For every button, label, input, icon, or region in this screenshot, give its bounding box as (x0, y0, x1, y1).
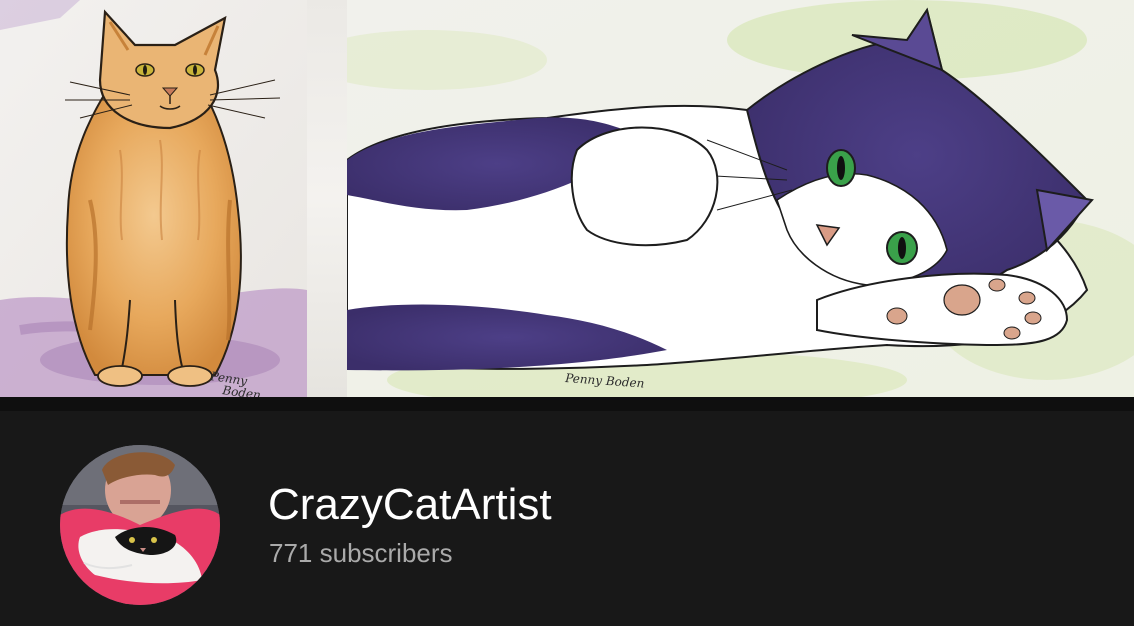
subscriber-count: 771 subscribers (269, 538, 453, 568)
channel-header: CrazyCatArtist 771 subscribers (0, 411, 1134, 626)
channel-name: CrazyCatArtist (268, 480, 552, 529)
banner-artwork-tuxedo-cat: Penny Boden (307, 0, 1134, 397)
channel-banner: Penny Boden Penny Boden (0, 0, 1134, 397)
channel-avatar[interactable] (60, 445, 220, 605)
banner-divider (0, 397, 1134, 411)
banner-gap (307, 0, 347, 397)
banner-artwork-orange-cat: Penny Boden (0, 0, 307, 397)
channel-page: Penny Boden Penny Boden CrazyCatArtist 7… (0, 0, 1134, 626)
